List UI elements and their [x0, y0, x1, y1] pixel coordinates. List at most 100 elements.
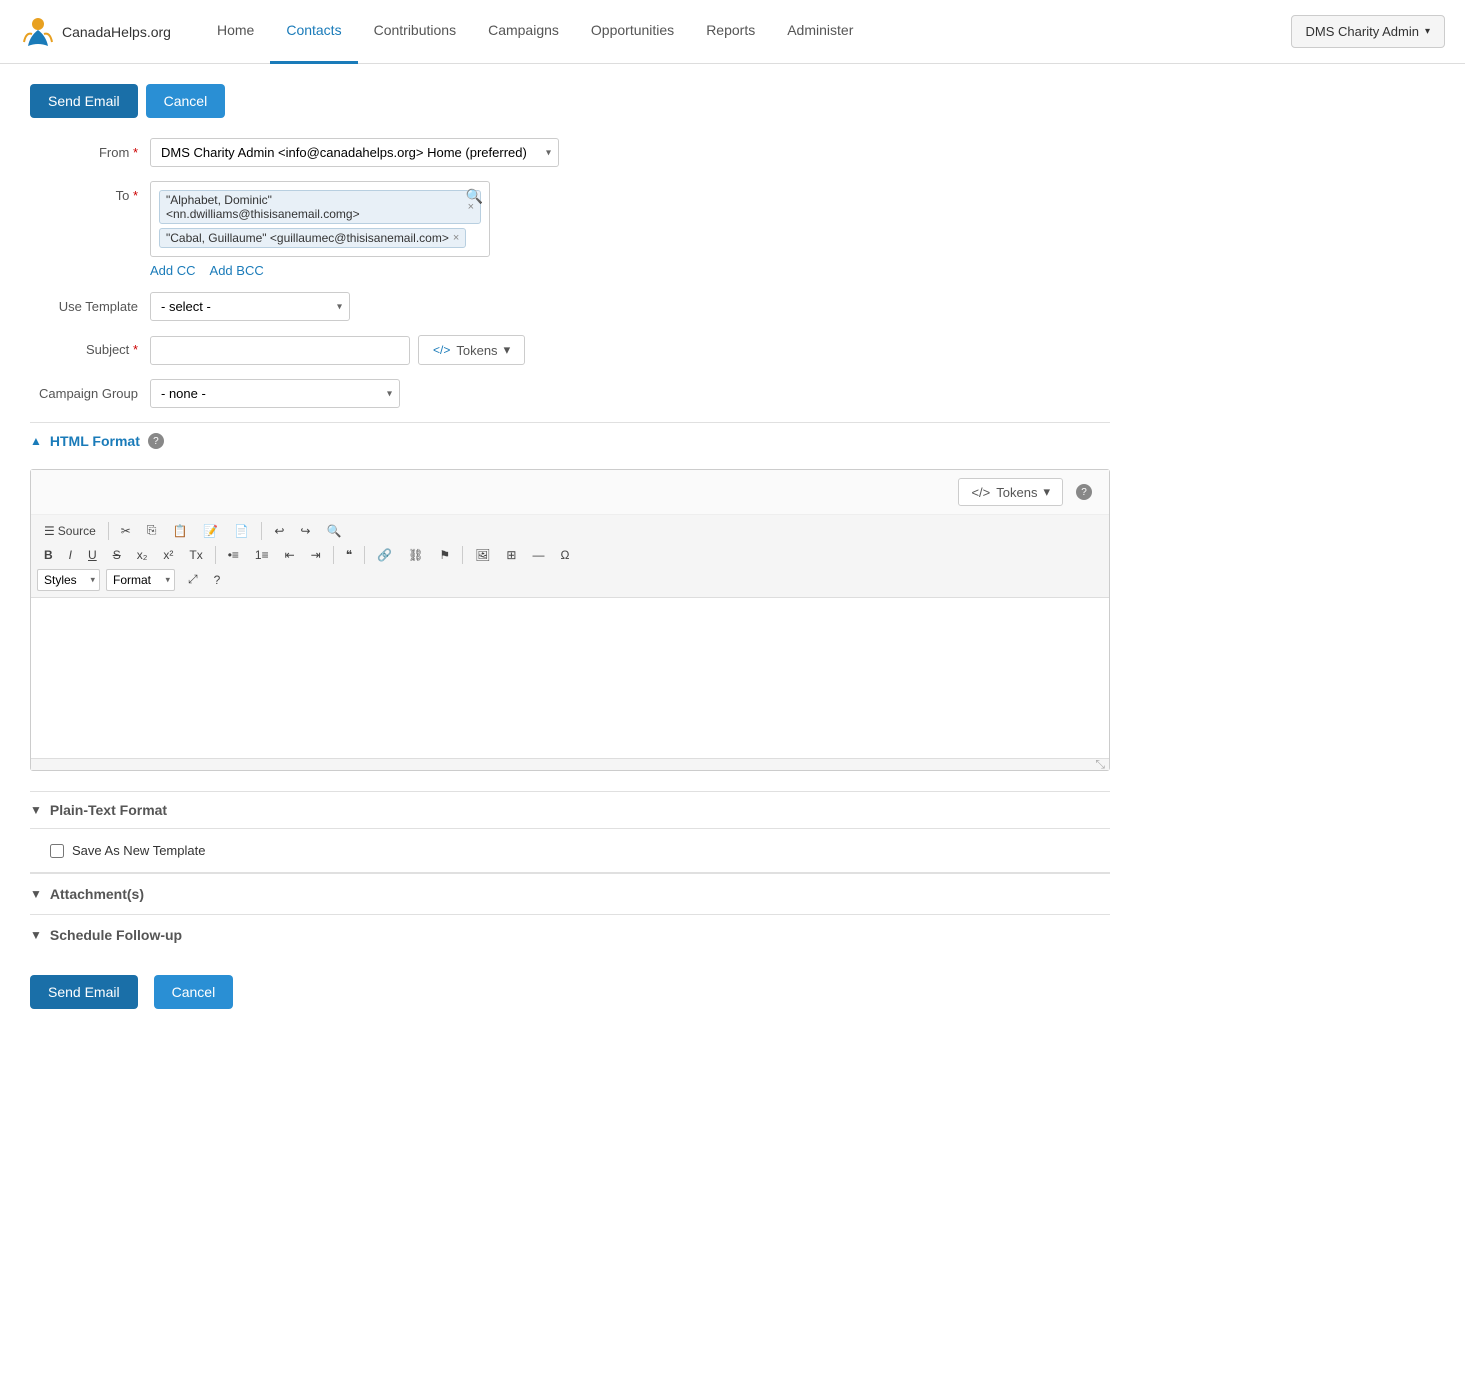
- subject-input[interactable]: [150, 336, 410, 365]
- toolbar-source-icon: ☰: [44, 524, 55, 538]
- navbar-right: DMS Charity Admin ▾: [1291, 15, 1445, 48]
- add-cc-link[interactable]: Add CC: [150, 263, 196, 278]
- from-select[interactable]: DMS Charity Admin <info@canadahelps.org>…: [150, 138, 559, 167]
- format-select[interactable]: Format: [106, 569, 175, 591]
- brand-link[interactable]: CanadaHelps.org: [20, 14, 171, 50]
- html-format-help-icon[interactable]: ?: [148, 433, 164, 449]
- use-template-row: Use Template - select - ▾: [30, 292, 1110, 321]
- toolbar-remove-format-button[interactable]: Tx: [182, 544, 209, 566]
- nav-campaigns[interactable]: Campaigns: [472, 0, 575, 64]
- styles-select[interactable]: Styles: [37, 569, 100, 591]
- toolbar-strikethrough-button[interactable]: S: [106, 544, 128, 566]
- campaign-group-control: - none - ▾: [150, 379, 570, 408]
- campaign-group-select[interactable]: - none -: [150, 379, 400, 408]
- toolbar-hr-icon: —: [532, 548, 544, 562]
- attachments-header[interactable]: ▼ Attachment(s): [30, 886, 1110, 902]
- toolbar-indent-increase-button[interactable]: ⇥: [304, 544, 328, 566]
- toolbar-bullet-list-button[interactable]: •≡: [221, 544, 246, 566]
- to-label: To *: [30, 181, 150, 203]
- nav-opportunities[interactable]: Opportunities: [575, 0, 690, 64]
- editor-tokens-code-icon: </>: [971, 485, 990, 500]
- toolbar-hr-button[interactable]: —: [525, 544, 551, 566]
- toolbar-help-button[interactable]: ?: [207, 569, 228, 591]
- nav-contacts[interactable]: Contacts: [270, 0, 357, 64]
- html-editor-container: </> Tokens ▾ ? ☰ Source ✂ ⎘: [30, 469, 1110, 771]
- plain-text-section: ▼ Plain-Text Format: [30, 791, 1110, 828]
- nav-contributions[interactable]: Contributions: [358, 0, 473, 64]
- toolbar-maximize-button[interactable]: ⤢: [181, 568, 205, 591]
- toolbar-copy-icon: ⎘: [147, 523, 157, 538]
- cancel-button-top[interactable]: Cancel: [146, 84, 226, 118]
- toolbar-row-3: Styles ▾ Format ▾ ⤢ ?: [37, 568, 1103, 591]
- html-format-section-header[interactable]: ▲ HTML Format ?: [30, 422, 1110, 459]
- toolbar-image-icon: 🖼: [475, 548, 490, 562]
- toolbar-blockquote-button[interactable]: ❝: [339, 544, 359, 566]
- nav-home[interactable]: Home: [201, 0, 270, 64]
- toolbar-unlink-button[interactable]: ⛓: [401, 544, 430, 566]
- editor-tokens-arrow-icon: ▾: [1043, 484, 1050, 500]
- toolbar-paste-word-button[interactable]: 📄: [227, 520, 256, 542]
- tokens-code-icon: </>: [433, 343, 450, 357]
- editor-body[interactable]: [31, 598, 1109, 758]
- subject-required: *: [133, 342, 138, 357]
- editor-tokens-button[interactable]: </> Tokens ▾: [958, 478, 1063, 506]
- toolbar-copy-button[interactable]: ⎘: [140, 519, 164, 542]
- send-email-button-bottom[interactable]: Send Email: [30, 975, 138, 1009]
- toolbar-subscript-button[interactable]: x₂: [130, 544, 155, 566]
- bottom-action-buttons: Send Email Cancel: [30, 955, 1110, 1029]
- toolbar-cut-icon: ✂: [121, 524, 131, 538]
- save-template-checkbox[interactable]: [50, 844, 64, 858]
- toolbar-underline-button[interactable]: U: [81, 544, 104, 566]
- admin-dropdown-button[interactable]: DMS Charity Admin ▾: [1291, 15, 1445, 48]
- html-format-title: HTML Format: [50, 433, 140, 449]
- toolbar-paste-text-button[interactable]: 📝: [196, 520, 225, 542]
- schedule-header[interactable]: ▼ Schedule Follow-up: [30, 927, 1110, 943]
- tokens-button[interactable]: </> Tokens ▾: [418, 335, 525, 365]
- toolbar-special-char-button[interactable]: Ω: [553, 544, 576, 566]
- to-field[interactable]: "Alphabet, Dominic" <nn.dwilliams@thisis…: [150, 181, 490, 257]
- toolbar-anchor-icon: ⚑: [439, 548, 450, 562]
- toolbar-numbered-list-button[interactable]: 1≡: [248, 544, 276, 566]
- toolbar-image-button[interactable]: 🖼: [468, 544, 497, 566]
- toolbar-anchor-button[interactable]: ⚑: [432, 544, 457, 566]
- toolbar-bold-button[interactable]: B: [37, 544, 60, 566]
- toolbar-link-button[interactable]: 🔗: [370, 544, 399, 566]
- to-required: *: [133, 188, 138, 203]
- toolbar-blockquote-icon: ❝: [346, 548, 352, 562]
- use-template-select[interactable]: - select -: [150, 292, 350, 321]
- toolbar-find-button[interactable]: 🔍: [319, 520, 348, 542]
- nav-administer[interactable]: Administer: [771, 0, 869, 64]
- add-bcc-link[interactable]: Add BCC: [210, 263, 264, 278]
- toolbar-superscript-button[interactable]: x²: [156, 544, 180, 566]
- admin-label: DMS Charity Admin: [1306, 24, 1419, 39]
- email-form: From * DMS Charity Admin <info@canadahel…: [30, 138, 1110, 408]
- cancel-button-bottom[interactable]: Cancel: [154, 975, 234, 1009]
- toolbar-paste-text-icon: 📝: [203, 524, 218, 538]
- plain-text-header[interactable]: ▼ Plain-Text Format: [30, 802, 1110, 818]
- resize-icon: ⤡: [1095, 757, 1105, 772]
- toolbar-undo-button[interactable]: ↩: [267, 520, 291, 542]
- toolbar-paste-icon: 📋: [172, 524, 187, 538]
- toolbar-redo-button[interactable]: ↪: [293, 520, 317, 542]
- to-tag-2-remove[interactable]: ×: [453, 232, 459, 244]
- admin-chevron-icon: ▾: [1425, 26, 1430, 37]
- subject-row: Subject * </> Tokens ▾: [30, 335, 1110, 365]
- toolbar-table-button[interactable]: ⊞: [499, 544, 523, 566]
- toolbar-cut-button[interactable]: ✂: [114, 520, 138, 542]
- tokens-arrow-icon: ▾: [504, 342, 511, 358]
- toolbar-sep-5: [364, 546, 365, 564]
- to-search-button[interactable]: 🔍: [466, 188, 483, 205]
- editor-help-button[interactable]: ?: [1069, 480, 1099, 504]
- editor-toolbar: ☰ Source ✂ ⎘ 📋 📝 📄: [31, 515, 1109, 598]
- nav-reports[interactable]: Reports: [690, 0, 771, 64]
- toolbar-link-icon: 🔗: [377, 548, 392, 562]
- toolbar-source-button[interactable]: ☰ Source: [37, 520, 103, 542]
- campaign-group-label: Campaign Group: [30, 379, 150, 401]
- to-row: To * "Alphabet, Dominic" <nn.dwilliams@t…: [30, 181, 1110, 278]
- toolbar-italic-button[interactable]: I: [62, 544, 79, 566]
- send-email-button-top[interactable]: Send Email: [30, 84, 138, 118]
- toolbar-unlink-icon: ⛓: [408, 548, 423, 562]
- to-tag-2: "Cabal, Guillaume" <guillaumec@thisisane…: [159, 228, 466, 248]
- toolbar-paste-button[interactable]: 📋: [165, 520, 194, 542]
- toolbar-indent-decrease-button[interactable]: ⇤: [278, 544, 302, 566]
